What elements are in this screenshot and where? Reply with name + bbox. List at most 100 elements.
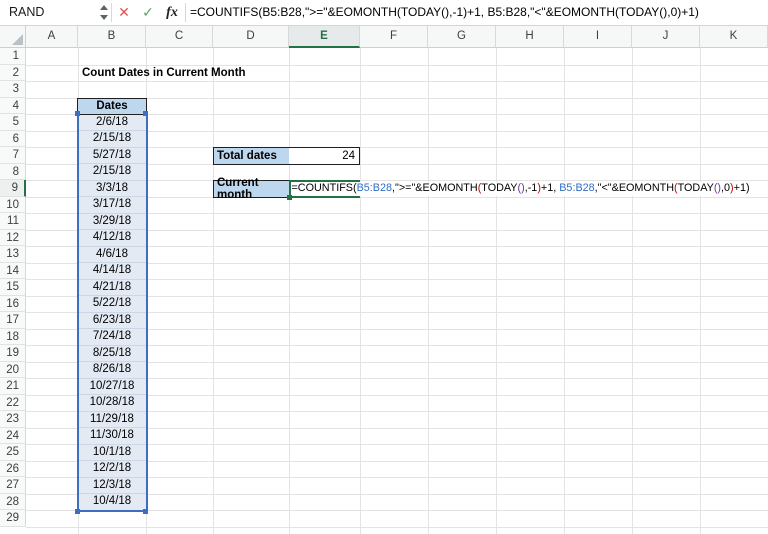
total-dates-box: Total dates 24: [213, 147, 360, 165]
cell-d9-current-month-label[interactable]: Current month: [213, 180, 290, 198]
column-header-j[interactable]: J: [632, 26, 700, 48]
cell-b11-date[interactable]: 3/29/18: [79, 214, 146, 231]
name-box-stepper[interactable]: [98, 0, 112, 25]
column-header-k[interactable]: K: [700, 26, 768, 48]
cell-b15-date[interactable]: 4/21/18: [79, 280, 146, 297]
row-header-15[interactable]: 15: [0, 279, 26, 296]
row-header-1[interactable]: 1: [0, 48, 26, 65]
row-header-11[interactable]: 11: [0, 213, 26, 230]
row-header-19[interactable]: 19: [0, 345, 26, 362]
select-all-corner[interactable]: [0, 26, 26, 48]
formula-segment: B5:B28: [559, 182, 594, 195]
row-header-16[interactable]: 16: [0, 296, 26, 313]
row-header-20[interactable]: 20: [0, 362, 26, 379]
cell-e9-formula-text[interactable]: =COUNTIFS(B5:B28,">="&EOMONTH(TODAY(),-1…: [292, 182, 768, 196]
row-header-8[interactable]: 8: [0, 164, 26, 181]
formula-segment: +1,: [541, 182, 559, 195]
cell-b28-date[interactable]: 10/4/18: [79, 494, 146, 511]
column-header-i[interactable]: I: [564, 26, 632, 48]
row-header-2[interactable]: 2: [0, 65, 26, 82]
formula-segment: ,">="&EOMONTH: [392, 182, 478, 195]
cell-b19-date[interactable]: 8/25/18: [79, 346, 146, 363]
cell-d7-total-dates-label[interactable]: Total dates: [214, 148, 289, 164]
row-header-29[interactable]: 29: [0, 510, 26, 527]
cell-b27-date[interactable]: 12/3/18: [79, 478, 146, 495]
selection-handle-bottom-right[interactable]: [143, 509, 148, 514]
selected-range-b5-b28[interactable]: 2/6/182/15/185/27/182/15/183/3/183/17/18…: [77, 113, 148, 512]
row-header-9[interactable]: 9: [0, 180, 26, 197]
formula-segment: +1): [734, 182, 750, 195]
stepper-up-icon[interactable]: [100, 5, 108, 10]
formula-segment: (): [518, 182, 525, 195]
cell-b8-date[interactable]: 2/15/18: [79, 164, 146, 181]
formula-segment: TODAY: [678, 182, 714, 195]
edit-cell-handle[interactable]: [287, 195, 292, 200]
formula-segment: (): [714, 182, 721, 195]
row-header-26[interactable]: 26: [0, 461, 26, 478]
cell-b26-date[interactable]: 12/2/18: [79, 461, 146, 478]
row-header-12[interactable]: 12: [0, 230, 26, 247]
cell-e7-total-dates-value[interactable]: 24: [289, 148, 359, 164]
cell-b22-date[interactable]: 10/28/18: [79, 395, 146, 412]
cell-b2-title[interactable]: Count Dates in Current Month: [82, 66, 246, 83]
cell-b5-date[interactable]: 2/6/18: [79, 115, 146, 132]
cell-b14-date[interactable]: 4/14/18: [79, 263, 146, 280]
stepper-down-icon[interactable]: [100, 15, 108, 20]
cell-b10-date[interactable]: 3/17/18: [79, 197, 146, 214]
formula-input[interactable]: =COUNTIFS(B5:B28,">="&EOMONTH(TODAY(),-1…: [190, 0, 699, 25]
row-header-4[interactable]: 4: [0, 98, 26, 115]
row-header-6[interactable]: 6: [0, 131, 26, 148]
row-header-25[interactable]: 25: [0, 444, 26, 461]
cell-b6-date[interactable]: 2/15/18: [79, 131, 146, 148]
column-header-a[interactable]: A: [26, 26, 78, 48]
row-header-7[interactable]: 7: [0, 147, 26, 164]
row-header-21[interactable]: 21: [0, 378, 26, 395]
row-header-22[interactable]: 22: [0, 395, 26, 412]
formula-segment: TODAY: [481, 182, 517, 195]
column-header-c[interactable]: C: [146, 26, 213, 48]
row-header-17[interactable]: 17: [0, 312, 26, 329]
row-header-28[interactable]: 28: [0, 494, 26, 511]
cell-b13-date[interactable]: 4/6/18: [79, 247, 146, 264]
row-header-24[interactable]: 24: [0, 428, 26, 445]
row-header-3[interactable]: 3: [0, 81, 26, 98]
cell-b7-date[interactable]: 5/27/18: [79, 148, 146, 165]
name-box[interactable]: RAND: [0, 0, 96, 25]
formula-segment: B5:B28: [357, 182, 392, 195]
column-header-f[interactable]: F: [360, 26, 428, 48]
cell-b21-date[interactable]: 10/27/18: [79, 379, 146, 396]
enter-icon[interactable]: ✓: [136, 0, 160, 25]
selection-handle-bottom-left[interactable]: [75, 509, 80, 514]
row-header-23[interactable]: 23: [0, 411, 26, 428]
row-header-13[interactable]: 13: [0, 246, 26, 263]
cell-b20-date[interactable]: 8/26/18: [79, 362, 146, 379]
cell-b4-dates-header[interactable]: Dates: [77, 98, 147, 115]
cell-b24-date[interactable]: 11/30/18: [79, 428, 146, 445]
row-header-14[interactable]: 14: [0, 263, 26, 280]
column-header-h[interactable]: H: [496, 26, 564, 48]
column-header-g[interactable]: G: [428, 26, 496, 48]
cell-b23-date[interactable]: 11/29/18: [79, 412, 146, 429]
gridline: [26, 527, 768, 528]
cell-b25-date[interactable]: 10/1/18: [79, 445, 146, 462]
select-all-triangle-icon: [12, 34, 23, 45]
selection-handle-top-right[interactable]: [143, 111, 148, 116]
insert-function-icon[interactable]: fx: [160, 0, 184, 25]
column-header-d[interactable]: D: [213, 26, 289, 48]
row-header-10[interactable]: 10: [0, 197, 26, 214]
cell-b12-date[interactable]: 4/12/18: [79, 230, 146, 247]
selection-handle-top-left[interactable]: [75, 111, 80, 116]
row-header-5[interactable]: 5: [0, 114, 26, 131]
cell-b17-date[interactable]: 6/23/18: [79, 313, 146, 330]
column-header-b[interactable]: B: [78, 26, 146, 48]
row-header-27[interactable]: 27: [0, 477, 26, 494]
cancel-icon[interactable]: ✕: [112, 0, 136, 25]
cell-b18-date[interactable]: 7/24/18: [79, 329, 146, 346]
cell-b9-date[interactable]: 3/3/18: [79, 181, 146, 198]
cell-b16-date[interactable]: 5/22/18: [79, 296, 146, 313]
formula-segment: ,-1: [525, 182, 538, 195]
row-header-18[interactable]: 18: [0, 329, 26, 346]
formula-bar: RAND ✕ ✓ fx =COUNTIFS(B5:B28,">="&EOMONT…: [0, 0, 768, 26]
column-header-e[interactable]: E: [289, 26, 360, 48]
formula-segment: ,"<"&EOMONTH: [595, 182, 674, 195]
